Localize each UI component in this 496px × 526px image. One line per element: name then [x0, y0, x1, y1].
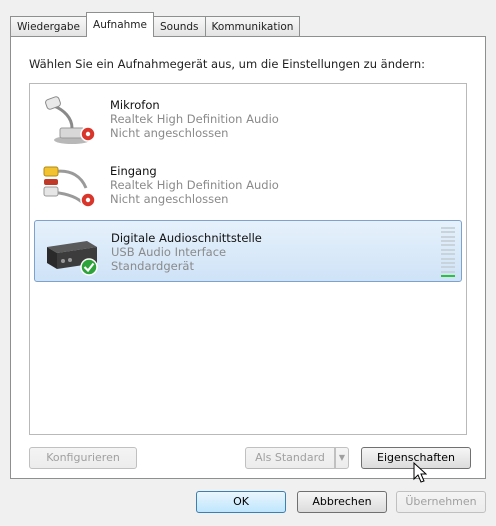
disconnected-badge [80, 192, 96, 208]
tab-wiedergabe[interactable]: Wiedergabe [10, 16, 88, 36]
set-default-button[interactable]: Als Standard [245, 447, 335, 469]
device-text: Mikrofon Realtek High Definition Audio N… [110, 98, 279, 140]
device-driver: USB Audio Interface [111, 245, 227, 259]
device-name: Digitale Audioschnittstelle [111, 231, 262, 245]
tab-aufnahme[interactable]: Aufnahme [86, 12, 154, 37]
level-segment [441, 261, 455, 264]
configure-button[interactable]: Konfigurieren [29, 447, 137, 469]
cancel-button[interactable]: Abbrechen [297, 491, 387, 513]
level-segment [441, 266, 455, 269]
audio-cable-icon [43, 166, 96, 208]
tab-sounds[interactable]: Sounds [152, 16, 206, 36]
level-segment [441, 257, 455, 260]
recording-device-list[interactable]: Mikrofon Realtek High Definition Audio N… [29, 83, 467, 435]
device-text: Eingang Realtek High Definition Audio Ni… [110, 164, 279, 206]
ok-button[interactable]: OK [196, 491, 286, 513]
device-status: Standardgerät [111, 259, 194, 273]
mouse-pointer-icon [413, 462, 427, 483]
disconnected-badge [80, 126, 96, 142]
default-check-badge [80, 258, 98, 276]
device-driver: Realtek High Definition Audio [110, 112, 279, 126]
recording-tab-panel: Wählen Sie ein Aufnahmegerät aus, um die… [10, 36, 486, 479]
device-name: Mikrofon [110, 98, 160, 112]
sound-dialog: Wiedergabe Aufnahme Sounds Kommunikation… [0, 0, 496, 526]
tab-strip: Wiedergabe Aufnahme Sounds Kommunikation [10, 11, 301, 37]
level-segment [441, 231, 455, 234]
level-segment [441, 235, 455, 238]
device-item-eingang[interactable]: Eingang Realtek High Definition Audio Ni… [34, 154, 462, 216]
device-name: Eingang [110, 164, 157, 178]
apply-button[interactable]: Übernehmen [396, 491, 486, 513]
instruction-text: Wählen Sie ein Aufnahmegerät aus, um die… [29, 57, 426, 71]
level-segment [441, 244, 455, 247]
device-item-digitale-audioschnittstelle[interactable]: Digitale Audioschnittstelle USB Audio In… [34, 220, 462, 282]
device-text: Digitale Audioschnittstelle USB Audio In… [111, 231, 262, 273]
input-level-meter [441, 227, 455, 277]
level-segment [441, 227, 455, 229]
microphone-icon [45, 96, 96, 144]
device-driver: Realtek High Definition Audio [110, 178, 279, 192]
device-status: Nicht angeschlossen [110, 192, 229, 206]
level-segment [441, 248, 455, 251]
level-segment [441, 274, 455, 277]
device-status: Nicht angeschlossen [110, 126, 229, 140]
device-item-mikrofon[interactable]: Mikrofon Realtek High Definition Audio N… [34, 88, 462, 150]
audio-interface-icon [47, 241, 98, 276]
level-segment [441, 270, 455, 273]
set-default-dropdown-arrow[interactable]: ▼ [335, 447, 349, 469]
level-segment [441, 253, 455, 256]
level-segment [441, 240, 455, 243]
tab-kommunikation[interactable]: Kommunikation [204, 16, 301, 36]
